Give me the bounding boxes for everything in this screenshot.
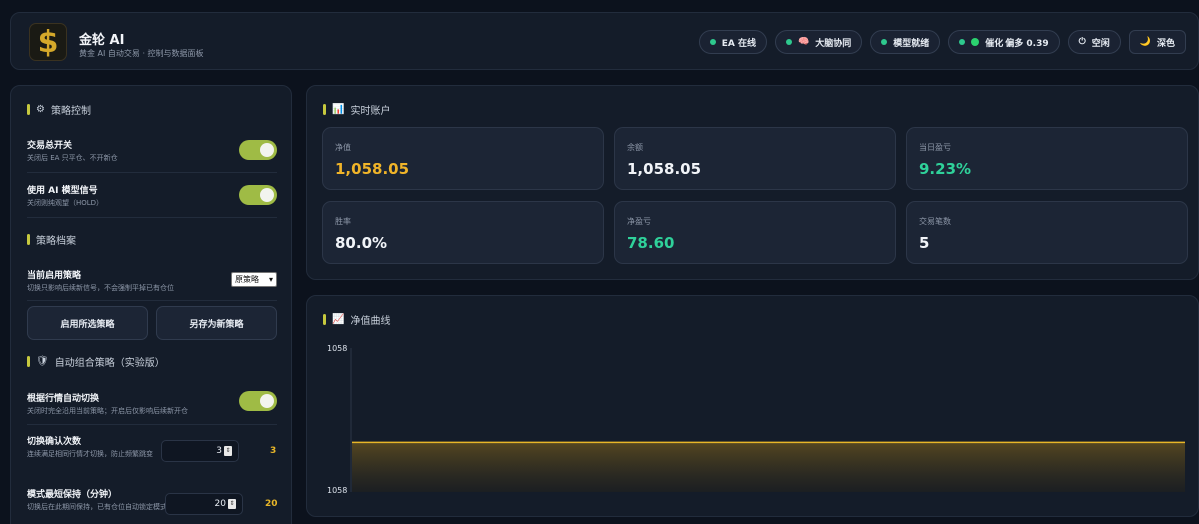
card-value: 1,058.05 (335, 160, 410, 178)
strategy-select-value: 原策略 (235, 275, 259, 284)
status-dot-icon (709, 39, 716, 45)
confirm-count-desc: 连续满足相同行情才切换，防止频繁跳变 (27, 450, 153, 458)
confirm-count-value: 3 (216, 446, 222, 456)
section-title-text: 实时账户 (350, 106, 391, 117)
model-ready-pill: 模型就绪 (870, 30, 941, 54)
divider (27, 217, 277, 218)
balance-card: 余额 1,058.05 (614, 127, 896, 190)
confirm-count-title: 切换确认次数 (27, 437, 82, 447)
win-rate-card: 胜率 80.0% (322, 201, 604, 264)
ai-signal-desc: 关闭则纯观望（HOLD） (27, 199, 104, 207)
profile-section-title: 策略档案 (27, 232, 76, 247)
ai-signal-title: 使用 AI 模型信号 (27, 186, 98, 196)
pill-label: 偏多 0.39 (1005, 38, 1049, 49)
strategy-select[interactable]: 原策略 ▾ (231, 272, 277, 287)
status-dot-icon (881, 39, 888, 45)
pill-label: 模型就绪 (893, 38, 930, 49)
card-label: 净值 (335, 143, 351, 152)
card-label: 净盈亏 (627, 217, 651, 226)
equity-area-fill (352, 442, 1185, 492)
pill-prefix: 催化 (985, 38, 1004, 49)
idle-button[interactable]: ⏻ 空闲 (1067, 30, 1121, 54)
master-switch-title: 交易总开关 (27, 141, 73, 151)
account-panel: 📊 实时账户 净值 1,058.05 余额 1,058.05 当日盈亏 9.23… (306, 85, 1199, 280)
auto-switch-title: 根据行情自动切换 (27, 394, 100, 404)
bar-chart-icon: 📊 (332, 104, 345, 115)
app-logo-icon: $ (29, 23, 67, 61)
card-label: 交易笔数 (919, 217, 951, 226)
strategy-panel: ⚙ 策略控制 交易总开关 关闭后 EA 只平仓、不开新仓 使用 AI 模型信号 … (10, 85, 292, 524)
daily-pnl-card: 当日盈亏 9.23% (906, 127, 1188, 190)
master-switch-toggle[interactable] (239, 140, 277, 160)
section-title-text: 自动组合策略（实验版） (54, 358, 165, 369)
pill-label: 空闲 (1091, 38, 1110, 49)
min-hold-display: 20 (265, 499, 278, 509)
shield-icon: 🛡 (36, 356, 49, 367)
card-value: 1,058.05 (627, 160, 702, 178)
status-dot-icon (959, 39, 966, 45)
auto-section-title: 🛡 自动组合策略（实验版） (27, 354, 165, 369)
auto-switch-toggle[interactable] (239, 391, 277, 411)
card-value: 5 (919, 234, 930, 252)
section-bar (323, 104, 326, 115)
card-value: 9.23% (919, 160, 972, 178)
brain-sync-pill: 🧠 大脑协同 (775, 30, 863, 54)
pill-label: EA 在线 (721, 38, 757, 49)
section-title-text: 策略档案 (36, 236, 76, 247)
card-value: 78.60 (627, 234, 675, 252)
ea-online-pill: EA 在线 (698, 30, 768, 54)
stepper-icon[interactable]: ⇕ (228, 499, 236, 509)
app-subtitle: 黄金 AI 自动交易 · 控制与数据面板 (79, 49, 204, 58)
confirm-count-display: 3 (270, 446, 277, 456)
section-bar (27, 104, 30, 115)
card-label: 胜率 (335, 217, 351, 226)
card-value: 80.0% (335, 234, 388, 252)
apply-strategy-button[interactable]: 启用所选策略 (27, 306, 148, 340)
chevron-down-icon: ▾ (268, 275, 273, 284)
power-icon: ⏻ (1078, 37, 1086, 47)
gear-icon: ⚙ (36, 104, 45, 115)
moon-icon: 🌙 (1139, 37, 1151, 47)
equity-curve-panel: 📈 净值曲线 1058 1058 (306, 295, 1199, 517)
stepper-icon[interactable]: ⇕ (224, 446, 232, 456)
section-title-text: 策略控制 (50, 106, 91, 117)
auto-switch-desc: 关闭时完全沿用当前策略；开启后仅影响后续新开仓 (27, 407, 188, 415)
current-strategy-desc: 切换只影响后续新信号，不会强制平掉已有仓位 (27, 284, 174, 292)
status-pills: EA 在线 🧠 大脑协同 模型就绪 催化 偏多 0.39 ⏻ 空闲 🌙 深色 (698, 30, 1186, 54)
pill-label: 大脑协同 (815, 38, 852, 49)
equity-card: 净值 1,058.05 (322, 127, 604, 190)
pill-label: 深色 (1156, 38, 1175, 49)
current-strategy-title: 当前启用策略 (27, 271, 82, 281)
catalyst-pill: 催化 偏多 0.39 (948, 30, 1060, 54)
divider (27, 300, 277, 301)
brain-icon: 🧠 (798, 37, 810, 47)
green-circle-icon (971, 38, 980, 46)
section-bar (27, 234, 30, 245)
confirm-count-input[interactable]: 3 ⇕ (161, 440, 239, 462)
account-section-title: 📊 实时账户 (323, 102, 390, 117)
ai-signal-toggle[interactable] (239, 185, 277, 205)
min-hold-value: 20 (214, 499, 226, 509)
equity-curve-chart (350, 348, 1185, 492)
strategy-section-title: ⚙ 策略控制 (27, 102, 91, 117)
top-bar: $ 金轮 AI 黄金 AI 自动交易 · 控制与数据面板 EA 在线 🧠 大脑协… (10, 12, 1199, 70)
net-pnl-card: 净盈亏 78.60 (614, 201, 896, 264)
divider (27, 424, 277, 425)
divider (27, 172, 277, 173)
app-title: 金轮 AI (79, 33, 125, 48)
status-dot-icon (786, 39, 793, 45)
section-bar (27, 356, 30, 367)
theme-toggle-button[interactable]: 🌙 深色 (1128, 30, 1186, 54)
master-switch-desc: 关闭后 EA 只平仓、不开新仓 (27, 154, 118, 162)
card-label: 余额 (627, 143, 643, 152)
card-label: 当日盈亏 (919, 143, 951, 152)
save-as-new-strategy-button[interactable]: 另存为新策略 (156, 306, 277, 340)
min-hold-title: 模式最短保持（分钟） (27, 490, 118, 500)
min-hold-desc: 切换后在此期间保持，已有仓位自动锁定模式 (27, 503, 167, 511)
min-hold-input[interactable]: 20 ⇕ (165, 493, 243, 515)
trade-count-card: 交易笔数 5 (906, 201, 1188, 264)
